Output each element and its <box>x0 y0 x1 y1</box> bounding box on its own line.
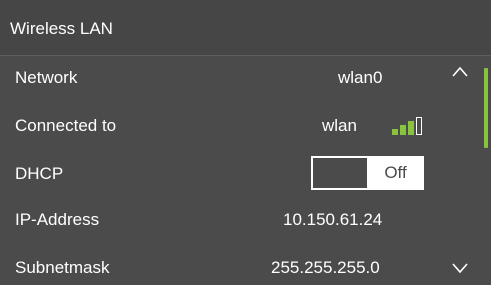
chevron-down-icon[interactable] <box>452 262 468 274</box>
subnetmask-value: 255.255.255.0 <box>271 258 380 277</box>
panel-title: Wireless LAN <box>10 19 113 38</box>
chevron-up-icon[interactable] <box>452 66 468 78</box>
network-value: wlan0 <box>338 68 383 87</box>
signal-bar-3 <box>408 121 414 135</box>
ip-address-value: 10.150.61.24 <box>283 210 383 229</box>
network-label: Network <box>15 68 78 87</box>
wireless-lan-panel: Wireless LAN Network wlan0 Connected to … <box>0 0 491 285</box>
row-ip-address: IP-Address 10.150.61.24 <box>0 200 470 248</box>
ip-address-label: IP-Address <box>15 210 100 229</box>
toggle-state-label: Off <box>384 163 407 182</box>
connected-to-label: Connected to <box>15 116 117 135</box>
dhcp-label: DHCP <box>15 164 64 183</box>
signal-bar-2 <box>400 125 406 135</box>
connected-to-value: wlan <box>322 116 357 135</box>
subnetmask-label: Subnetmask <box>15 258 110 277</box>
signal-bar-4 <box>416 117 422 135</box>
dhcp-toggle[interactable]: Off <box>311 156 424 190</box>
toggle-knob <box>313 158 367 188</box>
scrollbar-thumb[interactable] <box>484 68 488 148</box>
panel-header: Wireless LAN <box>0 0 491 56</box>
signal-bar-1 <box>392 129 398 135</box>
row-network: Network wlan0 <box>0 56 470 104</box>
row-subnetmask: Subnetmask 255.255.255.0 <box>0 248 470 285</box>
wifi-signal-icon <box>392 117 422 135</box>
